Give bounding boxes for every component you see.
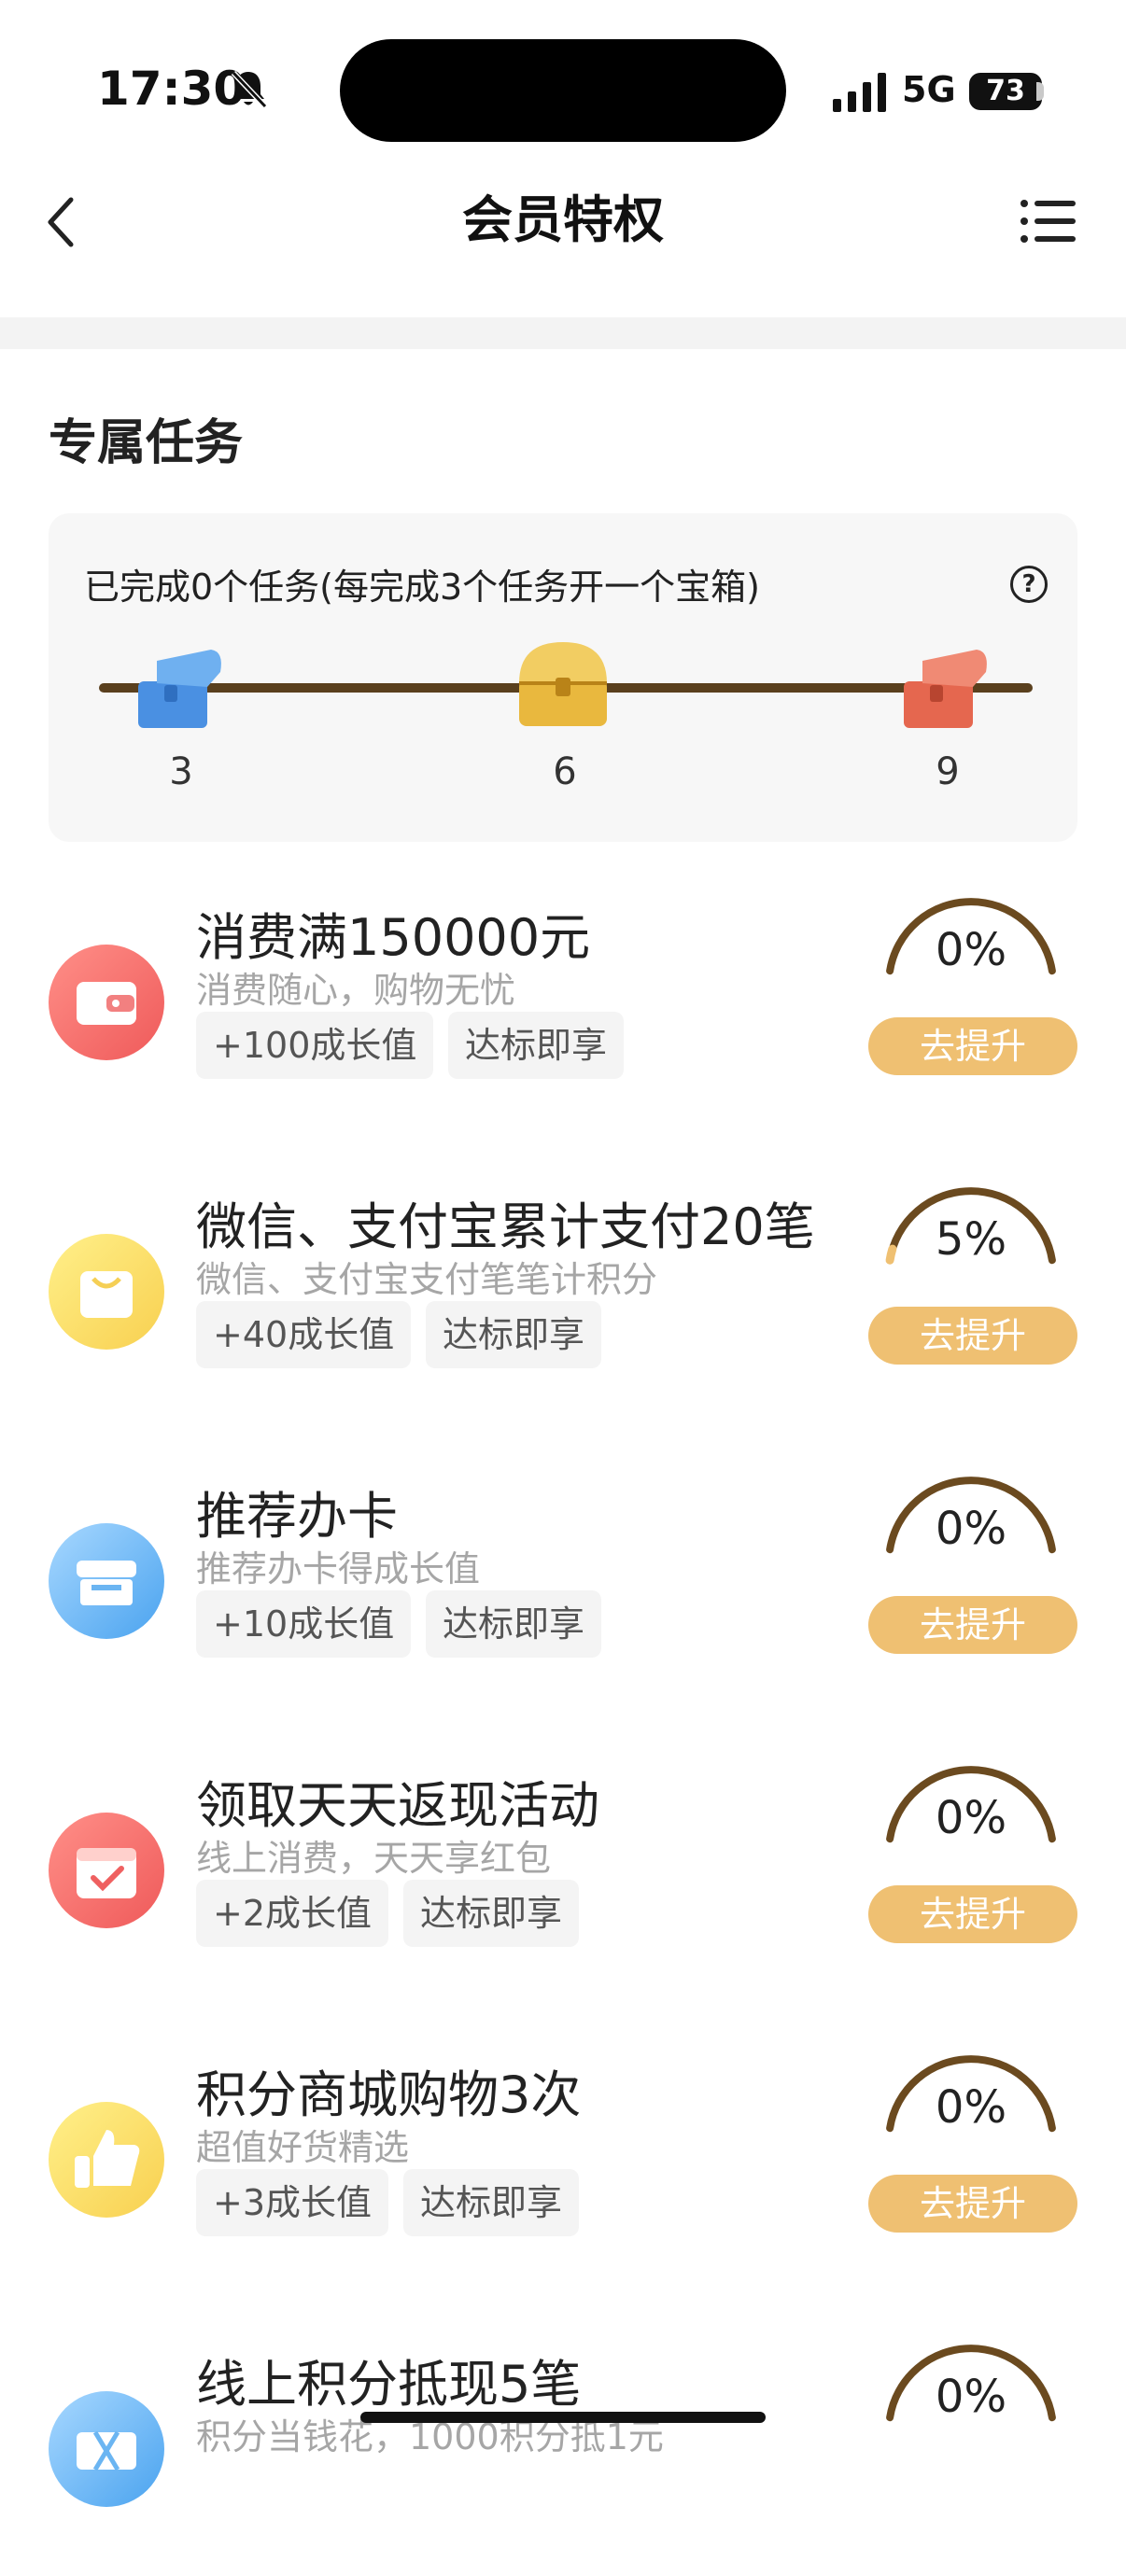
task-row[interactable]: 积分商城购物3次 超值好货精选 +3成长值 达标即享 0% 去提升 <box>0 2053 1126 2287</box>
task-row[interactable]: 线上积分抵现5笔 积分当钱花，1000积分抵1元 0% <box>0 2343 1126 2576</box>
dynamic-island <box>340 39 786 142</box>
progress-percent: 5% <box>935 1213 1007 1266</box>
progress-percent: 0% <box>935 1792 1007 1844</box>
qualify-tag: 达标即享 <box>426 1301 602 1368</box>
battery-icon: 73 <box>969 73 1042 110</box>
improve-button[interactable]: 去提升 <box>868 1885 1077 1943</box>
task-title: 线上积分抵现5笔 <box>196 2355 582 2414</box>
battery-tip <box>1036 82 1044 101</box>
task-row[interactable]: 推荐办卡 推荐办卡得成长值 +10成长值 达标即享 0% 去提升 <box>0 1475 1126 1708</box>
reward-tag: +3成长值 <box>196 2169 389 2236</box>
task-title: 推荐办卡 <box>196 1487 398 1546</box>
task-progress-card: 已完成0个任务(每完成3个任务开一个宝箱) ? 3 6 9 <box>49 513 1077 842</box>
improve-button[interactable]: 去提升 <box>868 1017 1077 1075</box>
task-title: 微信、支付宝累计支付20笔 <box>196 1197 815 1256</box>
qualify-tag: 达标即享 <box>403 2169 580 2236</box>
thumbs-up-icon <box>49 2102 164 2218</box>
task-row[interactable]: 微信、支付宝累计支付20笔 微信、支付宝支付笔笔计积分 +40成长值 达标即享 5% 去提… <box>0 1185 1126 1419</box>
milestone-label: 6 <box>553 750 577 793</box>
qualify-tag: 达标即享 <box>448 1012 625 1079</box>
improve-button[interactable]: 去提升 <box>868 2175 1077 2233</box>
task-title: 领取天天返现活动 <box>196 1776 599 1835</box>
network-type: 5G <box>902 69 956 110</box>
ticket-icon <box>49 2391 164 2507</box>
improve-button[interactable]: 去提升 <box>868 1596 1077 1654</box>
task-subtitle: 消费随心，购物无忧 <box>196 970 516 1011</box>
progress-text: 已完成0个任务(每完成3个任务开一个宝箱) <box>84 567 761 608</box>
task-row[interactable]: 领取天天返现活动 线上消费，天天享红包 +2成长值 达标即享 0% 去提升 <box>0 1764 1126 1997</box>
reward-tag: +2成长值 <box>196 1880 389 1947</box>
progress-percent: 0% <box>935 2081 1007 2134</box>
qualify-tag: 达标即享 <box>426 1590 602 1658</box>
home-indicator[interactable] <box>360 2412 766 2423</box>
wallet-icon <box>49 945 164 1060</box>
task-title: 消费满150000元 <box>196 908 591 967</box>
section-divider <box>0 317 1126 349</box>
progress-percent: 0% <box>935 2371 1007 2423</box>
treasure-chest-icon[interactable] <box>131 644 228 741</box>
treasure-chest-icon[interactable] <box>896 644 993 741</box>
task-subtitle: 微信、支付宝支付笔笔计积分 <box>196 1259 658 1300</box>
qualify-tag: 达标即享 <box>403 1880 580 1947</box>
task-row[interactable]: 消费满150000元 消费随心，购物无忧 +100成长值 达标即享 0% 去提升 <box>0 896 1126 1129</box>
treasure-chest-icon[interactable] <box>512 637 614 737</box>
reward-tag: +10成长值 <box>196 1590 412 1658</box>
progress-percent: 0% <box>935 1503 1007 1555</box>
reward-tag: +100成长值 <box>196 1012 434 1079</box>
status-time: 17:30 <box>97 62 246 116</box>
progress-percent: 0% <box>935 924 1007 976</box>
task-subtitle: 超值好货精选 <box>196 2127 410 2168</box>
task-title: 积分商城购物3次 <box>196 2065 582 2124</box>
milestone-label: 9 <box>936 750 960 793</box>
reward-tag: +40成长值 <box>196 1301 412 1368</box>
task-subtitle: 推荐办卡得成长值 <box>196 1548 481 1589</box>
list-menu-icon[interactable] <box>1020 198 1077 245</box>
shopping-bag-icon <box>49 1234 164 1350</box>
milestone-label: 3 <box>169 750 193 793</box>
page-title: 会员特权 <box>462 190 664 249</box>
section-title: 专属任务 <box>49 415 244 471</box>
status-bar: 17:30 5G 73 <box>0 0 1126 159</box>
calendar-check-icon <box>49 1813 164 1928</box>
improve-button[interactable]: 去提升 <box>868 1307 1077 1365</box>
store-icon <box>49 1523 164 1639</box>
help-icon[interactable]: ? <box>1010 566 1048 603</box>
muted-bell-icon <box>228 67 269 114</box>
task-subtitle: 线上消费，天天享红包 <box>196 1838 552 1879</box>
signal-icon <box>833 71 889 112</box>
